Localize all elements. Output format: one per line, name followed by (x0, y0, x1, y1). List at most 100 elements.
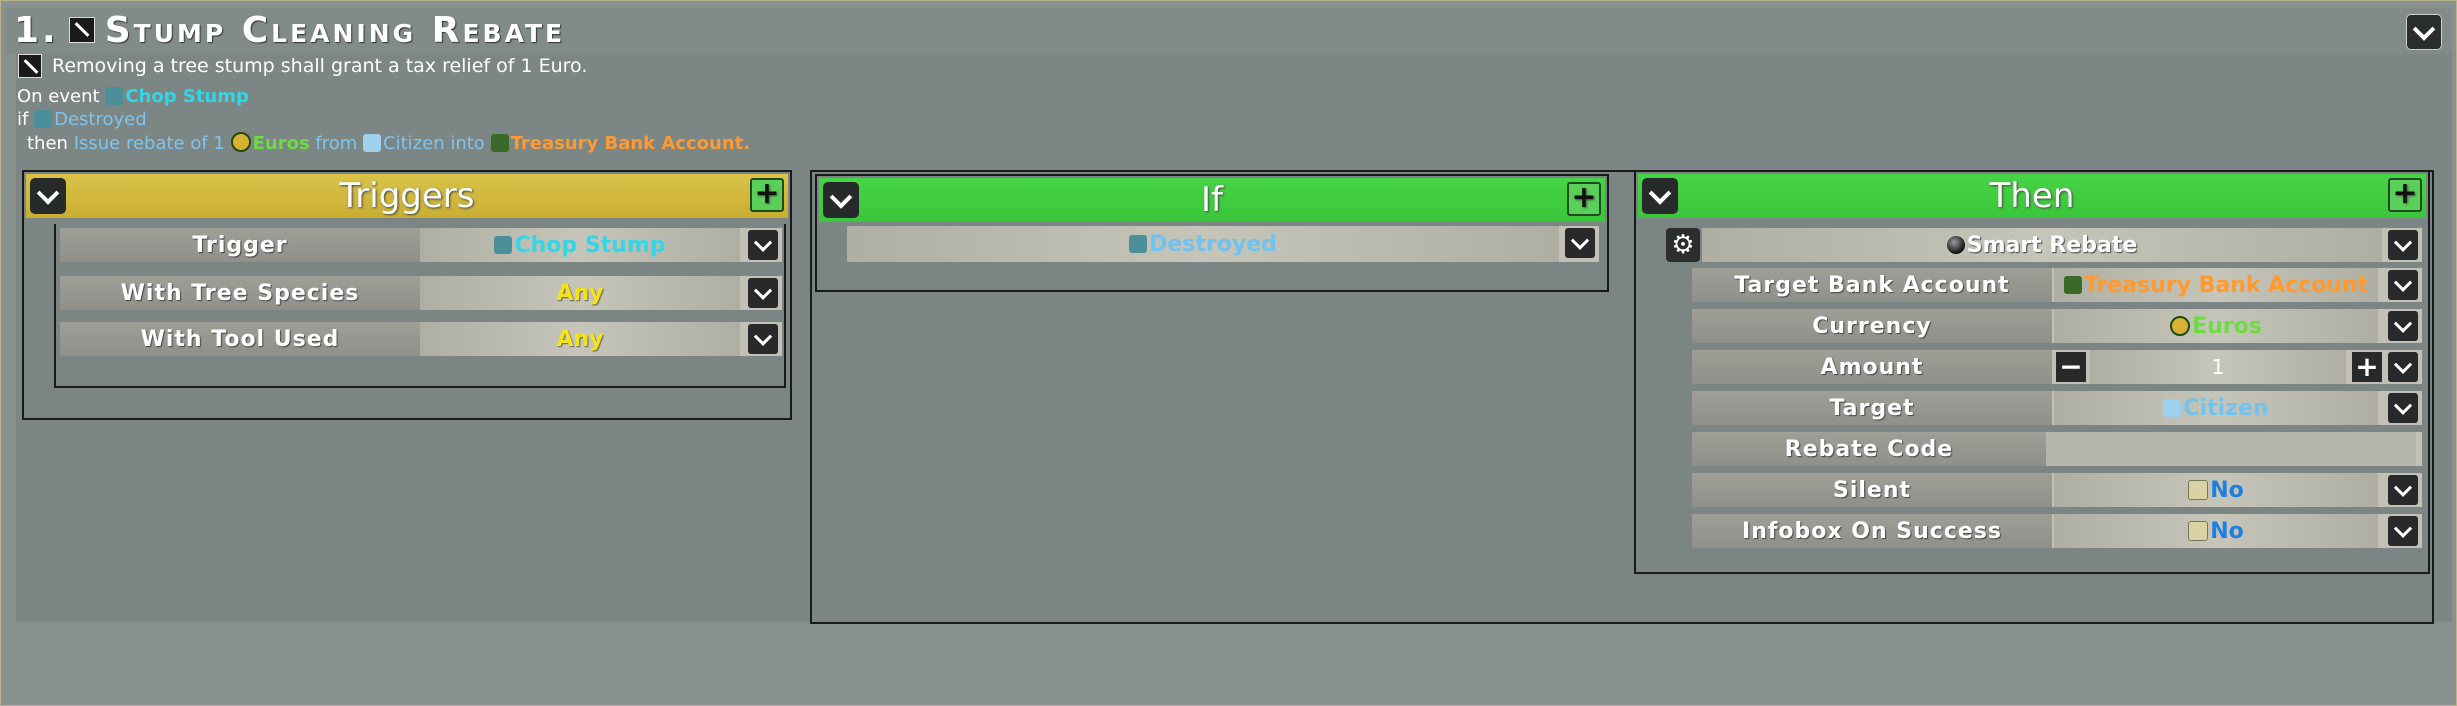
chevron-down-icon (2393, 519, 2413, 538)
silent-row[interactable]: Silent No (1692, 473, 2422, 507)
amount-dropdown[interactable] (2388, 352, 2418, 382)
chevron-down-icon (753, 281, 773, 300)
target-label: Target (1692, 391, 2052, 425)
amount-value-text: 1 (2211, 355, 2225, 379)
silent-label: Silent (1692, 473, 2052, 507)
chevron-down-icon (2393, 355, 2413, 374)
summary-event: Chop Stump (125, 86, 249, 107)
condition-value-text: Destroyed (1149, 231, 1277, 257)
then-header: Then + (1638, 174, 2426, 218)
currency-dropdown[interactable] (2388, 311, 2418, 341)
if-label: if (17, 109, 29, 130)
decrement-button[interactable]: − (2056, 352, 2086, 382)
collapse-rule-button[interactable] (2406, 14, 2442, 50)
chevron-down-icon (2393, 273, 2413, 292)
infobox-dropdown[interactable] (2388, 516, 2418, 546)
rebate-code-label: Rebate Code (1692, 432, 2046, 466)
chevron-down-icon (2393, 233, 2413, 252)
summary-action: Issue rebate of 1 (73, 133, 225, 154)
infobox-row[interactable]: Infobox On Success No (1692, 514, 2422, 548)
triggers-header: Triggers + (26, 174, 788, 218)
citizen-icon (363, 134, 382, 152)
target-bank-account-label: Target Bank Account (1692, 268, 2052, 302)
citizen-icon (2163, 399, 2182, 417)
amount-value[interactable]: 1 (2090, 350, 2346, 384)
triggers-panel: Triggers + Trigger Chop Stump With Tree … (22, 170, 792, 420)
edit-description-icon[interactable] (18, 54, 42, 78)
target-dropdown[interactable] (2388, 393, 2418, 423)
currency-row[interactable]: Currency Euros (1692, 309, 2422, 343)
rebate-code-row[interactable]: Rebate Code (1692, 432, 2422, 466)
stump-icon (34, 110, 53, 128)
summary-target: Treasury Bank Account. (510, 133, 751, 154)
chevron-down-icon (829, 185, 853, 209)
target-bank-account-dropdown[interactable] (2388, 270, 2418, 300)
chevron-down-icon (753, 233, 773, 252)
add-condition-button[interactable]: + (1567, 182, 1601, 216)
gear-icon[interactable]: ⚙ (1666, 228, 1700, 262)
condition-dropdown[interactable] (1565, 228, 1595, 258)
infobox-value-text: No (2210, 518, 2244, 544)
condition-value[interactable]: Destroyed (847, 226, 1559, 262)
rule-description: Removing a tree stump shall grant a tax … (18, 54, 587, 78)
add-trigger-button[interactable]: + (750, 178, 784, 212)
summary-currency: Euros (252, 133, 310, 154)
tool-used-dropdown[interactable] (748, 324, 778, 354)
add-action-button[interactable]: + (2388, 178, 2422, 212)
coin-icon (2170, 316, 2191, 336)
rule-description-text: Removing a tree stump shall grant a tax … (52, 55, 588, 77)
if-header: If + (819, 178, 1605, 222)
action-dropdown[interactable] (2388, 230, 2418, 260)
tree-species-value-text: Any (556, 280, 604, 306)
chevron-down-icon (2393, 478, 2413, 497)
target-bank-account-row[interactable]: Target Bank Account Treasury Bank Accoun… (1692, 268, 2422, 302)
collapse-then-button[interactable] (1642, 178, 1678, 214)
tree-species-label: With Tree Species (60, 276, 420, 310)
action-row[interactable]: Smart Rebate (1702, 228, 2422, 262)
then-title: Then (1989, 176, 2075, 216)
collapse-triggers-button[interactable] (30, 178, 66, 214)
currency-value[interactable]: Euros (2054, 309, 2378, 343)
rebate-code-input[interactable] (2046, 432, 2416, 466)
on-event-label: On event (17, 86, 100, 107)
chevron-down-icon (2393, 396, 2413, 415)
silent-value[interactable]: No (2054, 473, 2378, 507)
bank-icon (490, 134, 509, 152)
summary-source: Citizen (383, 133, 445, 154)
collapse-if-button[interactable] (823, 182, 859, 218)
tool-used-row[interactable]: With Tool Used Any (60, 322, 782, 356)
silent-dropdown[interactable] (2388, 475, 2418, 505)
then-panel: Then + ⚙ Smart Rebate Target Bank Accoun… (1634, 170, 2430, 574)
infobox-value[interactable]: No (2054, 514, 2378, 548)
condition-row[interactable]: Destroyed (847, 226, 1599, 262)
chevron-down-icon (36, 181, 60, 205)
infobox-label: Infobox On Success (1692, 514, 2052, 548)
target-value[interactable]: Citizen (2054, 391, 2378, 425)
trigger-dropdown[interactable] (748, 230, 778, 260)
trigger-value[interactable]: Chop Stump (420, 228, 740, 262)
chevron-down-icon (2393, 314, 2413, 333)
tree-species-row[interactable]: With Tree Species Any (60, 276, 782, 310)
target-bank-account-value[interactable]: Treasury Bank Account (2054, 268, 2378, 302)
document-icon (2188, 521, 2209, 541)
trigger-row[interactable]: Trigger Chop Stump (60, 228, 782, 262)
rule-title-text: Stump Cleaning Rebate (104, 9, 566, 51)
chevron-down-icon (753, 327, 773, 346)
then-label: then (27, 133, 68, 154)
trigger-label: Trigger (60, 228, 420, 262)
document-icon (2188, 480, 2209, 500)
action-value[interactable]: Smart Rebate (1702, 228, 2382, 262)
amount-row[interactable]: Amount − 1 + (1692, 350, 2422, 384)
triggers-title: Triggers (339, 176, 475, 216)
from-label: from (315, 133, 358, 154)
target-row[interactable]: Target Citizen (1692, 391, 2422, 425)
stump-icon (1129, 235, 1148, 253)
amount-label: Amount (1692, 350, 2052, 384)
tool-used-value[interactable]: Any (420, 322, 740, 356)
trigger-value-text: Chop Stump (514, 232, 666, 258)
tree-species-value[interactable]: Any (420, 276, 740, 310)
tree-species-dropdown[interactable] (748, 278, 778, 308)
into-label: into (450, 133, 485, 154)
edit-title-icon[interactable] (68, 17, 95, 43)
increment-button[interactable]: + (2352, 352, 2382, 382)
